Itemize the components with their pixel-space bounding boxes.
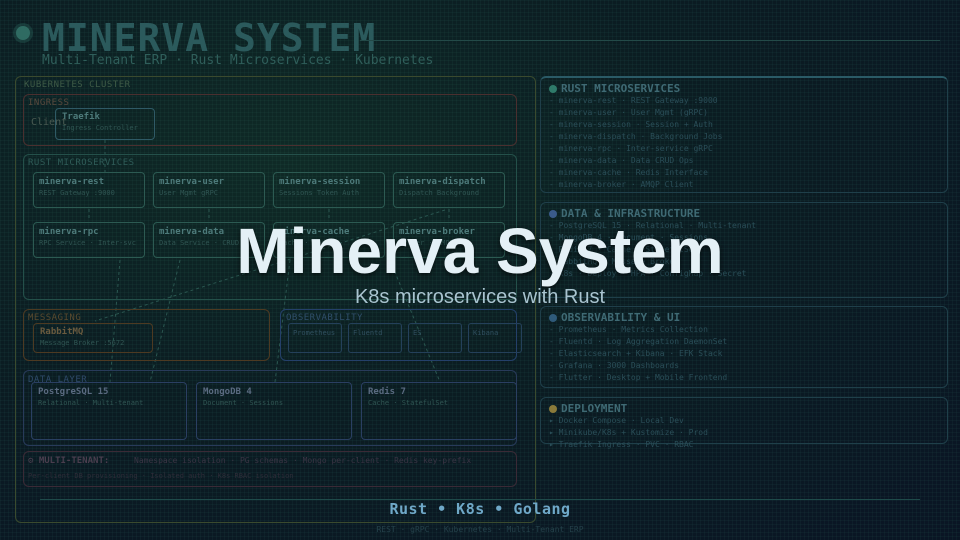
tool-fluentd: Fluentd: [348, 323, 402, 353]
multi-tenant-title: ⚙ MULTI-TENANT:: [28, 456, 110, 466]
footer-text: REST · gRPC · Kubernetes · Multi-Tenant …: [376, 525, 584, 534]
node-desc: Dispatch Background: [399, 189, 480, 197]
ingress-label: INGRESS: [28, 98, 70, 108]
panel-item: - minerva-cache · Redis Interface: [549, 168, 708, 177]
node-name: RabbitMQ: [40, 327, 84, 337]
store-mongodb: MongoDB 4 Document · Sessions: [196, 382, 352, 440]
panel-item: - minerva-broker · AMQP Client: [549, 180, 694, 189]
bullet-dot-icon: [549, 404, 557, 413]
tech-tagline: Rust • K8s • Golang: [389, 500, 571, 518]
node-desc: REST Gateway :9000: [39, 189, 115, 197]
node-name: MongoDB 4: [203, 387, 252, 397]
panel-observability-ui: OBSERVABILITY & UI - Prometheus · Metric…: [540, 306, 948, 388]
panel-item: - minerva-dispatch · Background Jobs: [549, 132, 723, 141]
node-desc: Cache · StatefulSet: [368, 399, 449, 407]
store-postgresql: PostgreSQL 15 Relational · Multi-tenant: [31, 382, 187, 440]
node-desc: User Mgmt gRPC: [159, 189, 219, 197]
panel-rust-microservices: RUST MICROSERVICES - minerva-rest · REST…: [540, 76, 948, 193]
hero-subtitle: K8s microservices with Rust: [354, 286, 606, 308]
panel-item: ▸ Traefik Ingress · PVC · RBAC: [549, 440, 694, 449]
node-desc: Ingress Controller: [62, 124, 138, 132]
panel-deployment: DEPLOYMENT ▸ Docker Compose · Local Dev …: [540, 397, 948, 449]
hero-title: Minerva System: [236, 215, 724, 287]
panel-item: - minerva-rpc · Inter-service gRPC: [549, 144, 713, 153]
panel-item: - Grafana · 3000 Dashboards: [549, 361, 680, 370]
bullet-dot-icon: [549, 313, 557, 322]
panel-item: - Prometheus · Metrics Collection: [549, 325, 708, 334]
panel-title-text: OBSERVABILITY & UI: [561, 311, 681, 324]
node-name: minerva-user: [159, 177, 225, 187]
panel-title-text: DEPLOYMENT: [561, 402, 628, 415]
panel-title-text: RUST MICROSERVICES: [561, 82, 681, 95]
panel-item: - minerva-session · Session + Auth: [549, 120, 713, 129]
service-minerva-user: minerva-user User Mgmt gRPC: [153, 172, 265, 208]
panel-item: - Flutter · Desktop + Mobile Frontend: [549, 373, 728, 382]
service-minerva-session: minerva-session Sessions Token Auth: [273, 172, 385, 208]
panel-title: RUST MICROSERVICES: [549, 82, 939, 95]
service-minerva-rest: minerva-rest REST Gateway :9000: [33, 172, 145, 208]
node-desc: Relational · Multi-tenant: [38, 399, 144, 407]
service-minerva-dispatch: minerva-dispatch Dispatch Background: [393, 172, 505, 208]
panel-item: - minerva-user · User Mgmt (gRPC): [549, 108, 708, 117]
panel-item: - minerva-data · Data CRUD Ops: [549, 156, 694, 165]
messaging-label: MESSAGING: [28, 313, 82, 323]
multi-tenant-desc: Namespace isolation · PG schemas · Mongo…: [134, 456, 472, 465]
tool-elasticsearch: ES: [408, 323, 462, 353]
multi-tenant-sub: Per-client DB provisioning · Isolated au…: [28, 472, 294, 480]
node-name: minerva-session: [279, 177, 361, 187]
rust-section-label: RUST MICROSERVICES: [28, 158, 135, 168]
node-name: minerva-dispatch: [399, 177, 486, 187]
panel-title: OBSERVABILITY & UI: [549, 311, 939, 324]
panel-item: - minerva-rest · REST Gateway :9000: [549, 96, 718, 105]
node-desc: Document · Sessions: [203, 399, 284, 407]
observability-label: OBSERVABILITY: [286, 313, 363, 323]
panel-item: ▸ Docker Compose · Local Dev: [549, 416, 684, 425]
traefik-node: Traefik Ingress Controller: [55, 108, 155, 140]
node-name: Traefik: [62, 112, 100, 122]
cluster-label: KUBERNETES CLUSTER: [24, 80, 131, 90]
node-name: PostgreSQL 15: [38, 387, 109, 397]
node-desc: Sessions Token Auth: [279, 189, 360, 197]
node-name: Redis 7: [368, 387, 406, 397]
bullet-dot-icon: [549, 84, 557, 93]
rabbitmq-node: RabbitMQ Message Broker :5672: [33, 323, 153, 353]
panel-title: DEPLOYMENT: [549, 402, 939, 415]
panel-item: - Elasticsearch + Kibana · EFK Stack: [549, 349, 723, 358]
tool-prometheus: Prometheus: [288, 323, 342, 353]
store-redis: Redis 7 Cache · StatefulSet: [361, 382, 517, 440]
panel-item: - Fluentd · Log Aggregation DaemonSet: [549, 337, 728, 346]
node-desc: Message Broker :5672: [40, 339, 125, 347]
tool-kibana: Kibana: [468, 323, 522, 353]
node-name: minerva-rest: [39, 177, 105, 187]
panel-item: ▸ Minikube/K8s + Kustomize · Prod: [549, 428, 708, 437]
